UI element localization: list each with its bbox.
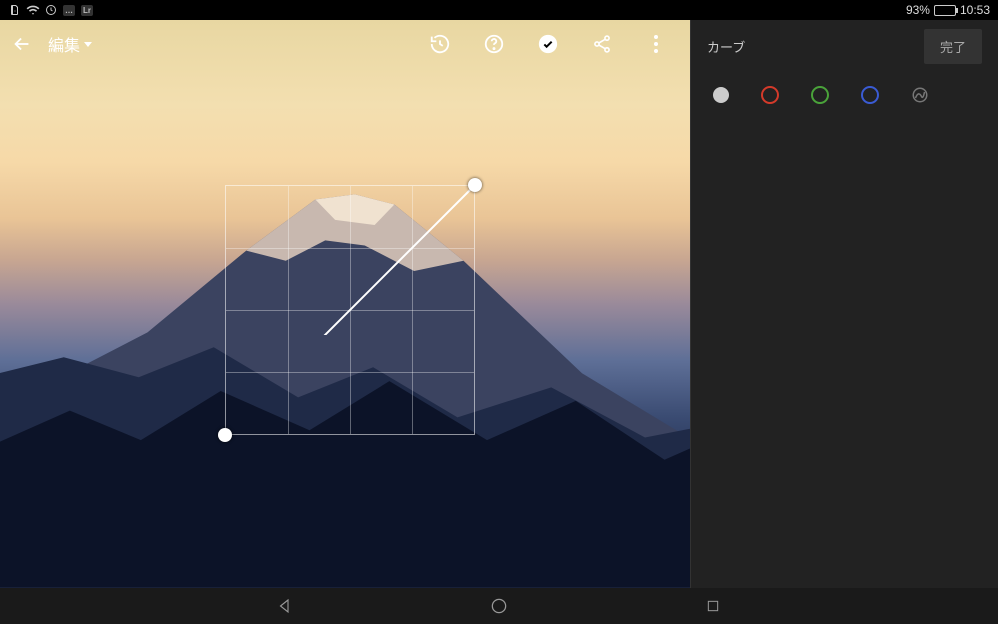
status-right: 93% 10:53 [906,3,990,17]
editor-toolbar: 編集 [0,20,690,68]
nav-recent-button[interactable] [701,594,725,618]
history-button[interactable] [426,30,454,58]
chevron-down-icon [84,42,92,47]
channel-parametric[interactable] [911,86,929,104]
status-left: … Lr [8,3,94,17]
nav-home-button[interactable] [487,594,511,618]
app-body: 編集 [0,20,998,588]
channel-blue[interactable] [861,86,879,104]
done-button[interactable]: 完了 [924,29,982,64]
edit-mode-label: 編集 [48,32,80,56]
back-button[interactable] [8,30,36,58]
help-button[interactable] [480,30,508,58]
sim-icon [8,3,22,17]
overflow-menu-button[interactable] [642,30,670,58]
battery-icon [934,5,956,16]
edit-mode-dropdown[interactable]: 編集 [48,32,92,56]
channel-green[interactable] [811,86,829,104]
lightroom-badge-icon: Lr [80,3,94,17]
curve-line [225,185,525,335]
channel-red[interactable] [761,86,779,104]
battery-percent: 93% [906,3,930,17]
app-badge-icon: … [62,3,76,17]
sync-icon [44,3,58,17]
share-button[interactable] [588,30,616,58]
panel-title: カーブ [707,37,745,56]
channel-luminance[interactable] [713,87,729,103]
channel-selector-row [691,72,998,118]
nav-back-button[interactable] [273,594,297,618]
status-bar: … Lr 93% 10:53 [0,0,998,20]
overflow-dots-icon [654,35,658,53]
curve-point-highlight[interactable] [468,178,482,192]
panel-header: カーブ 完了 [691,20,998,72]
apply-button[interactable] [534,30,562,58]
clock: 10:53 [960,3,990,17]
android-nav-bar [0,588,998,624]
photo-canvas[interactable]: 編集 [0,20,690,588]
curve-point-shadow[interactable] [218,428,232,442]
curve-side-panel: カーブ 完了 [690,20,998,588]
wifi-icon [26,3,40,17]
tone-curve-overlay[interactable] [225,185,475,435]
